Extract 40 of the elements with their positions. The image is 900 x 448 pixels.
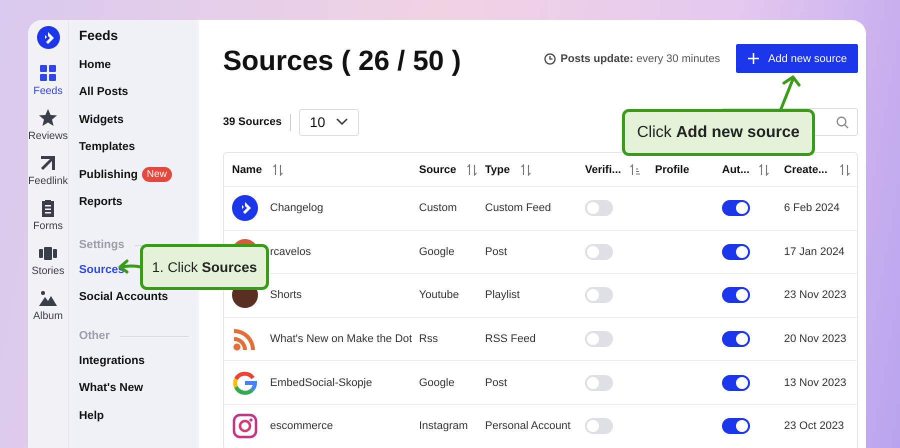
column-header: Verifi...: [585, 164, 622, 176]
table-cell: RSS Feed: [485, 333, 536, 346]
column-header: Type: [485, 164, 510, 176]
new-badge: New: [142, 167, 172, 182]
table-cell: Custom: [419, 202, 457, 214]
table-cell: Custom Feed: [485, 202, 552, 214]
table-cell: 20 Nov 2023: [784, 333, 846, 346]
source-name: Shorts: [270, 289, 302, 302]
table-cell: Google: [419, 246, 454, 258]
column-header: Source: [419, 164, 456, 176]
table-cell: Google: [419, 376, 454, 389]
source-name: rcavelos: [270, 246, 311, 258]
page-title: Sources ( 26 / 50 ): [223, 44, 462, 78]
source-name: Changelog: [270, 202, 324, 214]
column-header: Aut...: [722, 164, 750, 176]
table-cell: Playlist: [485, 289, 520, 302]
table-cell: Rss: [419, 333, 438, 346]
table-cell: 23 Oct 2023: [784, 420, 844, 432]
section-heading: Settings: [79, 239, 124, 251]
table-cell: Post: [485, 246, 508, 258]
table-cell: Youtube: [419, 289, 459, 302]
table-cell: Personal Account: [485, 420, 571, 432]
table-cell: 17 Jan 2024: [784, 246, 845, 258]
source-name: escommerce: [270, 420, 333, 432]
table-cell: 6 Feb 2024: [784, 202, 840, 214]
column-header: Name: [232, 164, 262, 176]
sidebar-title: Feeds: [79, 28, 120, 43]
source-name: EmbedSocial-Skopje: [270, 376, 372, 389]
source-count: 39 Sources: [223, 116, 282, 128]
section-heading: Other: [79, 330, 110, 342]
table-cell: Instagram: [419, 420, 468, 432]
column-header: Profile: [655, 164, 690, 176]
update-info: Posts update: every 30 minutes: [560, 52, 720, 64]
table-cell: 23 Nov 2023: [784, 289, 846, 302]
column-header: Create...: [784, 164, 828, 176]
callout-tooltip: Click Add new source: [622, 109, 815, 156]
source-name: What's New on Make the Dot: [270, 333, 412, 346]
table-cell: Post: [485, 376, 508, 389]
callout-tooltip: 1. Click Sources: [140, 244, 270, 290]
table-cell: 13 Nov 2023: [784, 376, 846, 389]
